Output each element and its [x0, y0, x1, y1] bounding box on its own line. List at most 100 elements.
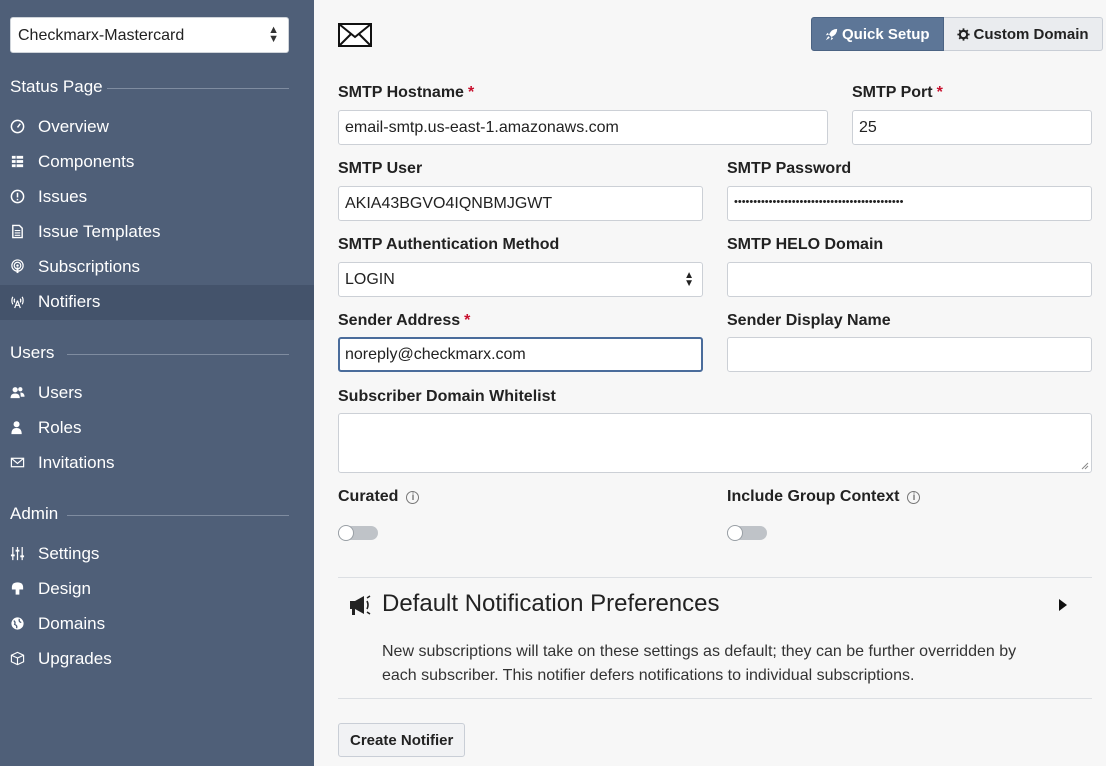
section-label: Admin [10, 504, 59, 523]
sidebar-item-issues[interactable]: Issues [0, 180, 314, 215]
sidebar-item-label: Upgrades [38, 649, 112, 668]
smtp-helo-label: SMTP HELO Domain [727, 236, 884, 253]
sender-display-name-label: Sender Display Name [727, 312, 891, 329]
quick-setup-button[interactable]: Quick Setup [811, 17, 944, 51]
podcast-icon [10, 259, 26, 275]
sidebar-item-overview[interactable]: Overview [0, 110, 314, 145]
smtp-auth-select[interactable]: LOGIN ▲ ▼ [338, 262, 703, 297]
smtp-password-input[interactable]: ••••••••••••••••••••••••••••••••••••••••… [727, 186, 1092, 221]
select-value: LOGIN [345, 271, 395, 288]
section-title-admin: Admin [10, 504, 289, 524]
sidebar-item-upgrades[interactable]: Upgrades [0, 642, 314, 677]
section-divider [67, 354, 289, 355]
whitelist-textarea[interactable] [338, 413, 1092, 473]
sender-display-name-input[interactable] [727, 337, 1092, 372]
megaphone-icon [348, 594, 372, 621]
label-text: SMTP Hostname [338, 84, 464, 101]
sidebar-item-notifiers[interactable]: Notifiers [0, 285, 314, 320]
sidebar-item-label: Notifiers [38, 292, 101, 311]
required-mark: * [464, 312, 471, 329]
section-divider [338, 698, 1092, 699]
sidebar-item-invitations[interactable]: Invitations [0, 446, 314, 481]
custom-domain-button[interactable]: Custom Domain [943, 17, 1103, 51]
smtp-hostname-input[interactable]: email-smtp.us-east-1.amazonaws.com [338, 110, 828, 145]
smtp-user-input[interactable]: AKIA43BGVO4IQNBMJGWT [338, 186, 703, 221]
sender-address-label: Sender Address * [338, 312, 470, 330]
label-text: Sender Address [338, 312, 461, 329]
components-icon [10, 154, 26, 170]
required-mark: * [467, 84, 475, 101]
sidebar-item-subscriptions[interactable]: Subscriptions [0, 250, 314, 285]
user-icon [10, 420, 26, 436]
sidebar-item-components[interactable]: Components [0, 145, 314, 180]
expand-arrow-icon[interactable] [1058, 598, 1068, 617]
section-divider [67, 515, 289, 516]
sidebar-item-issue-templates[interactable]: Issue Templates [0, 215, 314, 250]
sidebar-item-label: Components [38, 152, 135, 171]
sidebar-item-label: Overview [38, 117, 109, 136]
sidebar: Checkmarx-Mastercard ▲ ▼ Status Page Over… [0, 0, 314, 766]
paint-icon [10, 581, 26, 597]
smtp-port-input[interactable]: 25 [852, 110, 1092, 145]
broadcast-tower-icon [10, 294, 26, 310]
envelope-icon [338, 22, 372, 53]
curated-toggle[interactable] [338, 525, 378, 541]
document-icon [10, 224, 26, 240]
rocket-icon [825, 28, 838, 41]
preferences-title: Default Notification Preferences [382, 590, 720, 617]
input-value: ••••••••••••••••••••••••••••••••••••••••… [734, 196, 904, 208]
sidebar-item-label: Roles [38, 418, 82, 437]
smtp-user-label: SMTP User [338, 160, 423, 177]
sidebar-item-label: Issues [38, 187, 88, 206]
section-label: Status Page [10, 77, 103, 96]
smtp-password-label: SMTP Password [727, 160, 852, 177]
sidebar-item-label: Issue Templates [38, 222, 161, 241]
sliders-icon [10, 546, 26, 562]
envelope-icon [10, 455, 26, 471]
select-caret-icon: ▲ ▼ [684, 270, 694, 289]
sidebar-item-roles[interactable]: Roles [0, 411, 314, 446]
exclamation-circle-icon [10, 189, 26, 205]
section-title-status-page: Status Page [10, 77, 289, 97]
group-context-toggle[interactable] [727, 525, 767, 541]
info-icon[interactable]: i [907, 491, 921, 504]
sidebar-item-label: Subscriptions [38, 257, 141, 276]
section-divider [107, 88, 289, 89]
quick-setup-label: Quick Setup [842, 26, 930, 43]
sidebar-item-design[interactable]: Design [0, 572, 314, 607]
sidebar-item-label: Invitations [38, 453, 115, 472]
label-text: SMTP Port [852, 84, 933, 101]
custom-domain-label: Custom Domain [973, 26, 1089, 43]
box-icon [10, 651, 26, 667]
section-divider [338, 577, 1092, 578]
resize-handle-icon [1081, 462, 1089, 470]
sidebar-item-settings[interactable]: Settings [0, 537, 314, 572]
info-icon[interactable]: i [406, 491, 420, 504]
smtp-helo-input[interactable] [727, 262, 1092, 297]
section-title-users: Users [10, 343, 289, 363]
smtp-hostname-label: SMTP Hostname * [338, 84, 474, 102]
section-label: Users [10, 343, 55, 362]
main-content: Quick Setup Custom Domain SMTP Hostname *… [314, 0, 1106, 766]
required-mark: * [936, 84, 943, 101]
gear-icon [956, 28, 970, 41]
toggle-knob [338, 525, 354, 541]
sidebar-item-label: Design [38, 579, 91, 598]
organization-select[interactable]: Checkmarx-Mastercard ▲ ▼ [10, 17, 289, 53]
globe-icon [10, 616, 26, 632]
group-context-label: Include Group Context i [727, 488, 921, 506]
organization-select-value: Checkmarx-Mastercard [18, 27, 185, 44]
toggle-knob [727, 525, 743, 541]
sidebar-item-domains[interactable]: Domains [0, 607, 314, 642]
sidebar-item-users[interactable]: Users [0, 376, 314, 411]
sidebar-item-label: Users [38, 383, 83, 402]
input-value: AKIA43BGVO4IQNBMJGWT [345, 195, 553, 212]
create-notifier-button[interactable]: Create Notifier [338, 723, 466, 757]
sidebar-item-label: Settings [38, 544, 100, 563]
select-caret-icon: ▲ ▼ [268, 24, 279, 45]
gauge-icon [10, 119, 26, 135]
whitelist-label: Subscriber Domain Whitelist [338, 388, 556, 405]
sender-address-input[interactable]: noreply@checkmarx.com [338, 337, 703, 372]
preferences-description: New subscriptions will take on these set… [382, 643, 1017, 684]
input-value: email-smtp.us-east-1.amazonaws.com [345, 119, 619, 136]
